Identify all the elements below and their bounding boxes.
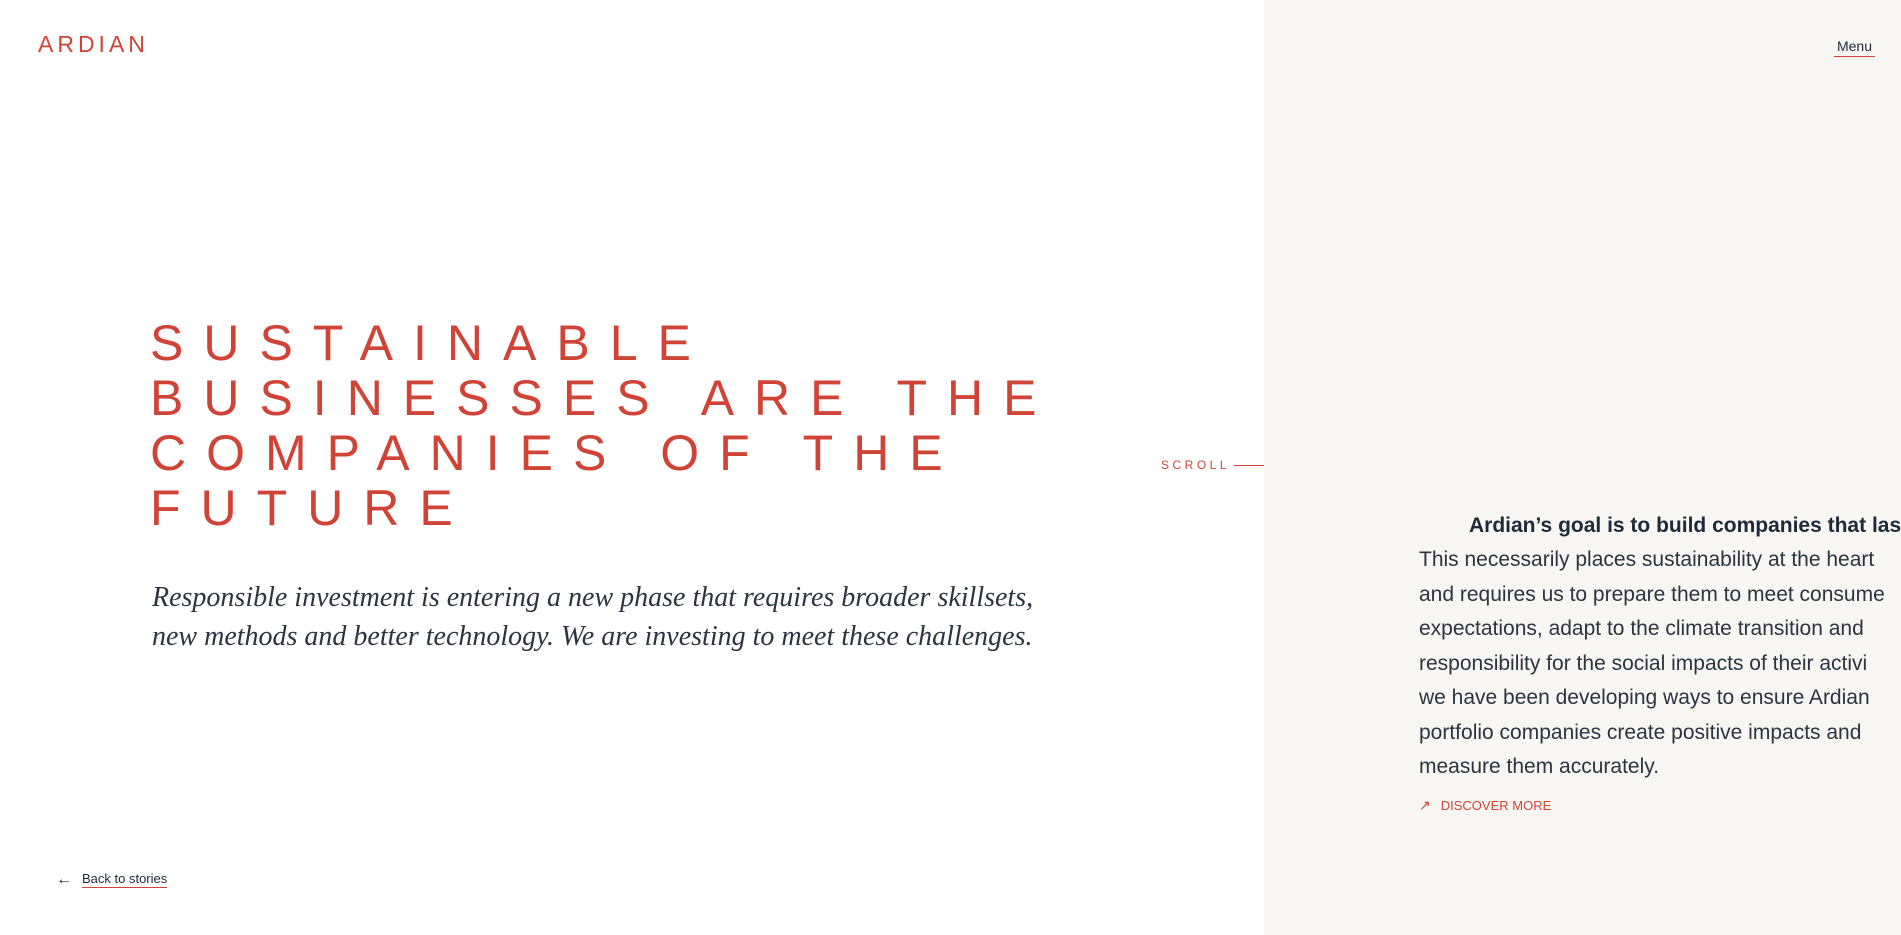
story-block: Ardian’s goal is to build companies that… [1419,511,1901,814]
story-body-line: and requires us to prepare them to meet … [1419,582,1885,606]
discover-more-label: DISCOVER MORE [1440,797,1552,813]
hero-title-line: COMPANIES OF THE [150,425,963,481]
story-body-line: responsibility for the social impacts of… [1419,651,1868,675]
story-body-line: we have been developing ways to ensure A… [1419,686,1870,709]
story-panel: Menu Ardian’s goal is to build companies… [1264,0,1901,935]
arrow-up-right-icon: ↗ [1419,796,1431,813]
story-body-line: expectations, adapt to the climate trans… [1419,617,1864,640]
story-body-line: portfolio companies create positive impa… [1419,720,1862,744]
ardian-logo[interactable]: ARDIAN [38,31,149,58]
hero-title-line: SUSTAINABLE [150,315,711,371]
hero-title: SUSTAINABLE BUSINESSES ARE THE COMPANIES… [150,316,1056,536]
story-body-line: This necessarily places sustainability a… [1419,548,1875,571]
hero-title-line: BUSINESSES ARE THE [150,370,1057,426]
hero-panel: ARDIAN SUSTAINABLE BUSINESSES ARE THE CO… [0,0,1269,935]
discover-more-link[interactable]: ↗ DISCOVER MORE [1419,797,1901,814]
hero-title-line: FUTURE [150,480,473,536]
back-to-stories-link[interactable]: ← Back to stories [56,870,168,888]
hero-subtitle-line: new methods and better technology. We ar… [152,621,1033,652]
scroll-indicator[interactable]: SCROLL [1161,458,1269,472]
story-body-line: measure them accurately. [1419,755,1660,778]
scroll-line [1234,464,1269,466]
hero-subtitle: Responsible investment is entering a new… [152,578,1132,656]
menu-button[interactable]: Menu [1833,38,1875,57]
story-body: This necessarily places sustainability a… [1419,543,1901,785]
back-to-stories-label: Back to stories [82,871,168,888]
arrow-left-icon: ← [56,870,72,888]
hero-subtitle-line: Responsible investment is entering a new… [152,582,1034,613]
scroll-label: SCROLL [1161,458,1231,472]
story-lead: Ardian’s goal is to build companies that… [1469,514,1901,537]
